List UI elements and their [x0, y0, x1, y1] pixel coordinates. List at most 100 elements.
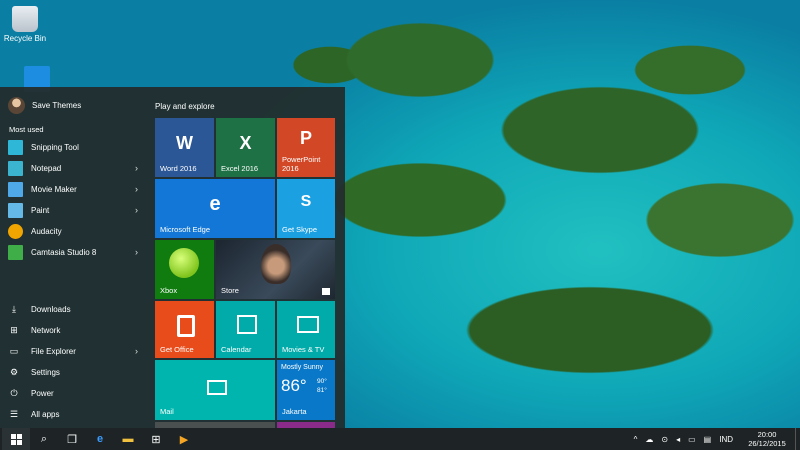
network-icon[interactable]: ⊙: [661, 435, 668, 444]
skype-icon: S: [300, 193, 312, 210]
chevron-right-icon[interactable]: ›: [135, 247, 138, 257]
user-account[interactable]: Save Themes: [8, 95, 81, 115]
tile-weather[interactable]: Mostly Sunny 86° 90° 81° Jakarta: [277, 360, 335, 420]
chevron-up-icon[interactable]: ^: [634, 435, 638, 444]
tile-microsoft-edge[interactable]: e Microsoft Edge: [155, 179, 275, 238]
place-label: Network: [31, 326, 61, 335]
tile-label: Mail: [160, 407, 174, 416]
place-settings[interactable]: ⚙ Settings: [8, 362, 148, 383]
tile-label: Microsoft Edge: [160, 225, 211, 234]
movie-maker-icon: [8, 182, 23, 197]
app-label: Notepad: [31, 164, 62, 173]
app-label: Camtasia Studio 8: [31, 248, 97, 257]
notepad-icon: [8, 161, 23, 176]
search-button[interactable]: ⌕: [30, 428, 58, 450]
app-camtasia[interactable]: Camtasia Studio 8 ›: [8, 242, 148, 263]
place-downloads[interactable]: ⤓ Downloads: [8, 299, 148, 320]
tile-xbox[interactable]: Xbox: [155, 240, 214, 299]
tile-get-office[interactable]: Get Office: [155, 301, 214, 358]
weather-condition: Mostly Sunny: [281, 364, 324, 371]
place-label: Power: [31, 389, 54, 398]
chevron-right-icon[interactable]: ›: [135, 205, 138, 215]
tile-mail[interactable]: Mail: [155, 360, 275, 420]
taskbar-edge[interactable]: e: [86, 428, 114, 450]
place-power[interactable]: ⏻ Power: [8, 383, 148, 404]
taskbar: ⌕ ❐ e ▬ ⊞ ▶ ^ ☁ ⊙ ◂ ▭ ▤ IND 20:00 26/12/…: [0, 428, 800, 450]
show-desktop-button[interactable]: [795, 428, 800, 450]
audacity-icon: [8, 224, 23, 239]
taskbar-media-app[interactable]: ▶: [170, 428, 198, 450]
system-tray: ^ ☁ ⊙ ◂ ▭ ▤ IND 20:00 26/12/2015: [630, 428, 800, 450]
app-label: Audacity: [31, 227, 62, 236]
weather-high: 90°: [317, 378, 327, 385]
place-network[interactable]: ⊞ Network: [8, 320, 148, 341]
task-view-button[interactable]: ❐: [58, 428, 86, 450]
clapperboard-icon: [297, 316, 319, 333]
recycle-bin-icon: [12, 6, 38, 32]
tile-word[interactable]: W Word 2016: [155, 118, 214, 177]
clock-date: 26/12/2015: [748, 439, 786, 448]
powerpoint-icon: P: [299, 128, 312, 148]
battery-icon[interactable]: ▭: [688, 435, 696, 444]
edge-icon: e: [96, 433, 104, 445]
word-icon: W: [176, 133, 193, 153]
store-bag-icon: [322, 288, 330, 295]
search-icon: ⌕: [40, 432, 48, 445]
chevron-right-icon[interactable]: ›: [135, 184, 138, 194]
action-center-icon[interactable]: ▤: [704, 435, 712, 444]
taskbar-store[interactable]: ⊞: [142, 428, 170, 450]
place-file-explorer[interactable]: ▭ File Explorer ›: [8, 341, 148, 362]
tile-group-heading: Play and explore: [155, 102, 215, 111]
start-menu: Save Themes Most used Snipping Tool Note…: [0, 87, 345, 428]
app-movie-maker[interactable]: Movie Maker ›: [8, 179, 148, 200]
tile-calendar[interactable]: Calendar: [216, 301, 275, 358]
task-view-icon: ❐: [67, 433, 77, 446]
power-icon: ⏻: [10, 388, 18, 398]
tile-label: Xbox: [160, 286, 178, 295]
network-icon: ⊞: [10, 325, 18, 335]
tile-movies-tv[interactable]: Movies & TV: [277, 301, 335, 358]
tile-label: Movies & TV: [282, 345, 325, 354]
language-indicator[interactable]: IND: [719, 435, 733, 444]
app-snipping-tool[interactable]: Snipping Tool: [8, 137, 148, 158]
tile-label: Jakarta: [282, 407, 307, 416]
clock-time: 20:00: [757, 430, 777, 439]
tile-label: Calendar: [221, 345, 252, 354]
start-button[interactable]: [2, 428, 30, 450]
chevron-right-icon[interactable]: ›: [135, 346, 138, 356]
gear-icon: ⚙: [9, 367, 19, 377]
envelope-icon: [207, 380, 227, 395]
media-player-icon: ▶: [179, 433, 189, 446]
tile-get-skype[interactable]: S Get Skype: [277, 179, 335, 238]
tile-store[interactable]: Store: [216, 240, 335, 299]
weather-low: 81°: [317, 387, 327, 394]
recycle-bin-shortcut[interactable]: Recycle Bin: [0, 6, 50, 43]
tile-excel[interactable]: X Excel 2016: [216, 118, 275, 177]
weather-temperature: 86°: [281, 376, 307, 395]
start-left-column: Save Themes Most used Snipping Tool Note…: [0, 87, 148, 428]
folder-icon: ▭: [9, 346, 19, 356]
tile-label: Get Office: [160, 345, 194, 354]
taskbar-file-explorer[interactable]: ▬: [114, 428, 142, 450]
folder-icon: ▬: [122, 433, 134, 445]
cloud-icon[interactable]: ☁: [645, 435, 653, 444]
list-icon: ☰: [9, 409, 19, 419]
most-used-list: Snipping Tool Notepad › Movie Maker › Pa…: [8, 137, 148, 263]
volume-icon[interactable]: ◂: [676, 435, 680, 444]
tile-label: Word 2016: [160, 164, 197, 173]
user-name: Save Themes: [32, 100, 82, 110]
app-audacity[interactable]: Audacity: [8, 221, 148, 242]
store-bag-icon: ⊞: [151, 433, 161, 446]
clock[interactable]: 20:00 26/12/2015: [743, 430, 791, 448]
app-paint[interactable]: Paint ›: [8, 200, 148, 221]
app-notepad[interactable]: Notepad ›: [8, 158, 148, 179]
office-icon: [177, 315, 195, 337]
paint-icon: [8, 203, 23, 218]
store-hero-image: [261, 244, 291, 284]
place-all-apps[interactable]: ☰ All apps: [8, 404, 148, 425]
snipping-tool-icon: [8, 140, 23, 155]
chevron-right-icon[interactable]: ›: [135, 163, 138, 173]
tile-powerpoint[interactable]: P PowerPoint 2016: [277, 118, 335, 177]
tile-label: Store: [221, 286, 239, 295]
camtasia-icon: [8, 245, 23, 260]
